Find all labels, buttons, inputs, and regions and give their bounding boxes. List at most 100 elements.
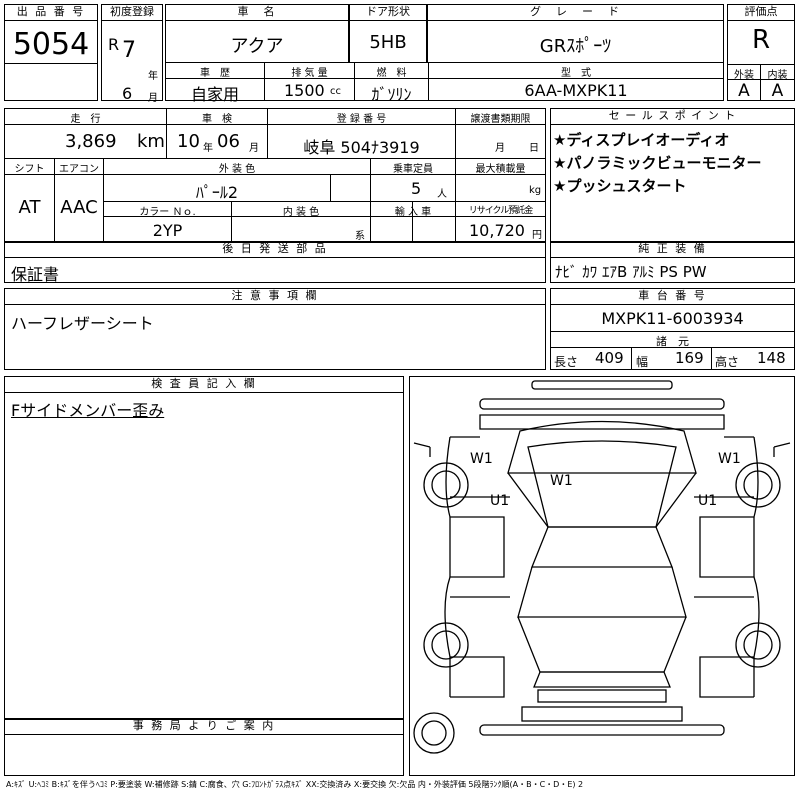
import-label: 輸 入 車 [394,207,432,218]
capacity-value: 5 [411,179,422,198]
first-reg-year: 7 [122,38,136,63]
legend-text: A:ｷｽﾞ U:ﾍｺﾐ B:ｷｽﾞを伴うﾍｺﾐ P:要塗装 W:補修跡 S:錆 … [6,780,584,789]
capacity-unit: 人 [437,189,447,200]
int-color-unit: 系 [355,231,365,242]
mark-w1-right: W1 [718,451,741,467]
int-rating-label: 内装 [767,70,788,81]
inspection-month-unit: 月 [249,143,259,154]
int-color-label: 内 装 色 [282,207,320,218]
sales-point-2: ★パノラミックビューモニター [553,154,762,172]
inspection-year: 10 [177,131,200,152]
mark-w1-left: W1 [470,451,493,467]
ext-color-label: 外 装 色 [218,164,256,175]
inspector-value: Fサイドメンバー歪み [11,401,165,420]
car-name-value: アクア [230,36,284,57]
sales-points-box: セ ー ル ス ポ イ ン ト ★ディスプレイオーディオ ★パノラミックビューモ… [550,108,795,243]
len-label: 長さ [554,355,579,369]
int-rating: A [771,81,784,101]
mark-u1-right: U1 [698,493,717,509]
recycle-unit: 円 [532,230,542,241]
first-reg-era: R [108,35,120,54]
rating-value: R [751,25,771,55]
plate-value: 岐阜 504ﾅ3919 [303,138,420,157]
recycle-label: リサイクル預託金 [468,206,534,216]
mileage-unit: km [137,131,165,152]
later-parts-value: 保証書 [11,265,60,284]
color-no-value: 2YP [152,221,183,240]
grade-label: グ レ ー ド [428,5,723,21]
sales-point-1: ★ディスプレイオーディオ [553,131,730,149]
len-value: 409 [595,349,624,367]
displacement-label: 排 気 量 [291,68,328,79]
notes-value: ハーフレザーシート [11,314,154,333]
door-value: 5HB [369,32,407,53]
recycle-value: 10,720 [469,221,525,240]
transfer-day-unit: 日 [529,143,539,154]
plate-label: 登 録 番 号 [336,114,387,125]
sales-point-3: ★プッシュスタート [553,177,687,195]
displacement-value: 1500 [284,81,325,100]
model-value: 6AA-MXPK11 [524,81,628,100]
aircon-label: エアコン [59,164,99,175]
ext-color-value: ﾊﾟｰﾙ2 [195,183,239,202]
chassis-value: MXPK11-6003934 [601,309,744,328]
genuine-value: ﾅﾋﾞ ｶﾜ ｴｱB ｱﾙﾐ PS PW [555,263,707,281]
hgt-label: 高さ [715,355,740,369]
wid-value: 169 [675,349,704,367]
genuine-label: 純 正 装 備 [551,242,794,258]
transfer-label: 譲渡書類期限 [470,114,531,125]
car-diagram-box: W1 W1 W1 U1 U1 [409,376,795,776]
notes-label: 注 意 事 項 欄 [5,289,545,305]
door-label: ドア形状 [350,5,426,21]
chassis-label: 車 台 番 号 [551,289,794,305]
grade-box: グ レ ー ド GRｽﾎﾟｰﾂ [427,4,724,63]
mark-u1-left: U1 [490,493,509,509]
genuine-box: 純 正 装 備 ﾅﾋﾞ ｶﾜ ｴｱB ｱﾙﾐ PS PW [550,241,795,283]
model-label: 型 式 [561,68,591,79]
capacity-label: 乗車定員 [393,164,433,175]
office-label: 事 務 局 よ り ご 案 内 [5,719,403,735]
inspection-label: 車 検 [202,114,232,125]
notes-box: 注 意 事 項 欄 ハーフレザーシート [4,288,546,370]
transfer-month-unit: 月 [495,143,505,154]
inspector-box: 検 査 員 記 入 欄 Fサイドメンバー歪み [4,376,404,720]
first-reg-box: 初度登録 R 7 年 6 月 [101,4,163,104]
fuel-label: 燃 料 [376,68,407,79]
sales-points-label: セ ー ル ス ポ イ ン ト [551,109,794,125]
inspector-label: 検 査 員 記 入 欄 [5,377,403,393]
history-label: 車 歴 [200,68,230,79]
load-unit: kg [529,185,542,196]
chassis-box: 車 台 番 号 MXPK11-6003934 諸 元 長さ 409 幅 169 … [550,288,795,370]
lot-box: 出 品 番 号 5054 [4,4,98,101]
ext-rating: A [738,81,750,101]
grade-value: GRｽﾎﾟｰﾂ [539,36,612,57]
wid-label: 幅 [636,355,649,369]
later-parts-box: 後 日 発 送 部 品 保証書 [4,241,546,284]
load-label: 最大積載量 [475,164,526,175]
ext-rating-label: 外装 [734,70,754,81]
office-box: 事 務 局 よ り ご 案 内 [4,718,404,776]
shift-value: AT [18,197,41,218]
hgt-value: 148 [757,349,786,367]
lot-label: 出 品 番 号 [5,5,97,21]
door-box: ドア形状 5HB [349,4,427,63]
first-reg-month-unit: 月 [148,93,158,104]
spec-row: 車 歴 自家用 排 気 量 1500 cc 燃 料 ｶﾞｿﾘﾝ 型 式 6AA-… [165,62,724,104]
color-no-label: カラー Ｎｏ. [139,207,196,218]
car-name-box: 車 名 アクア [165,4,349,63]
first-reg-year-unit: 年 [148,71,158,82]
aircon-value: AAC [60,197,98,218]
inspection-year-unit: 年 [203,143,213,154]
car-name-label: 車 名 [166,5,348,21]
rating-label: 評価点 [728,5,794,21]
first-reg-label: 初度登録 [102,5,162,21]
inspection-month: 06 [217,131,240,152]
rating-box: 評価点 R 外装 内装 A A [727,4,795,101]
displacement-unit: cc [330,86,341,97]
lot-number: 5054 [12,27,90,62]
fuel-value: ｶﾞｿﾘﾝ [371,85,412,104]
shift-label: シフト [14,164,45,175]
later-parts-label: 後 日 発 送 部 品 [5,242,545,258]
mileage-label: 走 行 [70,114,101,125]
car-diagram: W1 W1 W1 U1 U1 [413,380,791,754]
